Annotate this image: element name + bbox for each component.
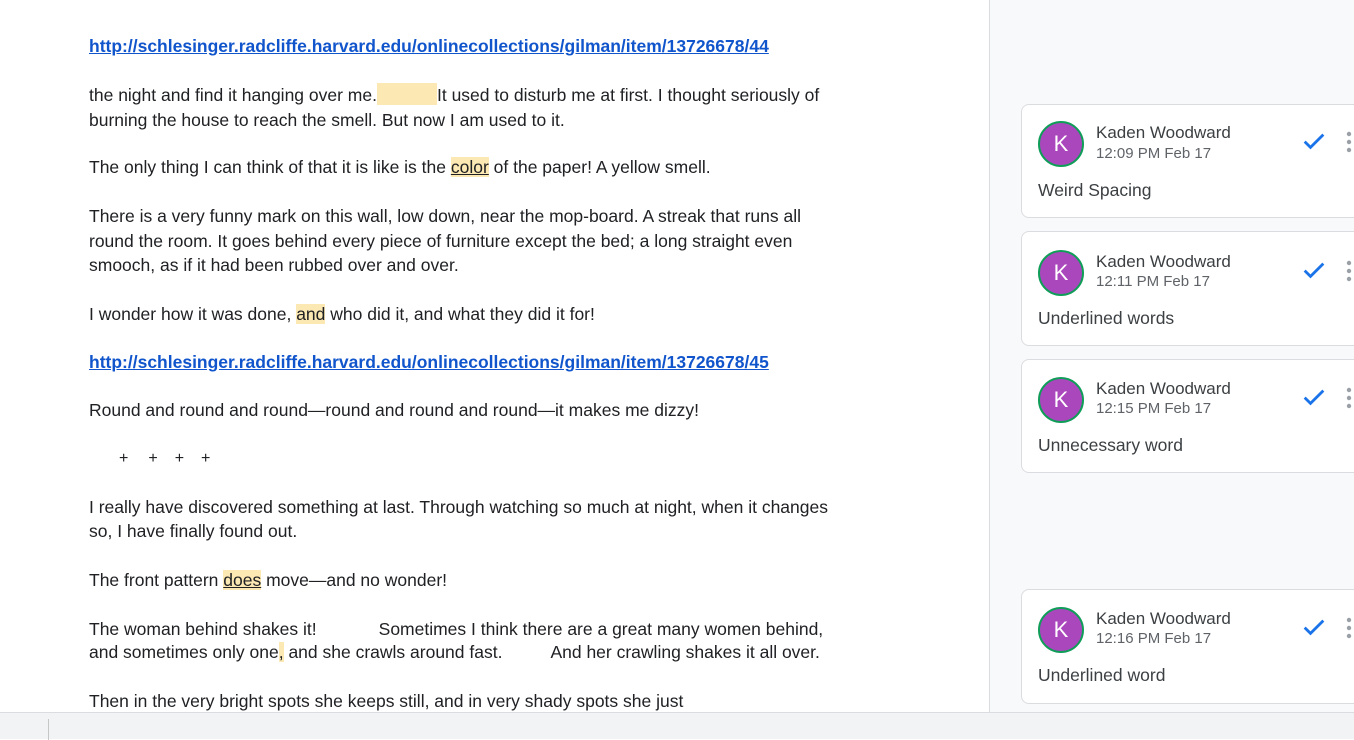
text-run: And her crawling shakes it all over.	[550, 642, 820, 662]
paragraph-line: smooch, as if it had been rubbed over an…	[89, 255, 459, 275]
text-run: The only thing I can think of that it is…	[89, 157, 451, 177]
comment-timestamp: 12:09 PM Feb 17	[1096, 145, 1212, 162]
bottom-bar	[0, 712, 1354, 740]
comment-timestamp: 12:15 PM Feb 17	[1096, 400, 1212, 417]
comment-card[interactable]: K Kaden Woodward 12:09 PM Feb 17 Weird S…	[1021, 104, 1354, 218]
text-run: of the paper! A yellow smell.	[488, 157, 711, 177]
more-vert-icon[interactable]	[1346, 617, 1352, 639]
section-separator: + + + +	[119, 447, 230, 471]
text-run: the night and find it hanging over me.	[89, 85, 377, 105]
comment-text: Weird Spacing	[1038, 180, 1152, 200]
comment-author: Kaden Woodward	[1096, 252, 1231, 271]
separator-mark: +	[174, 450, 185, 467]
hyperlink-text[interactable]: http://schlesinger.radcliffe.harvard.edu…	[89, 36, 769, 56]
separator-mark: +	[148, 450, 158, 467]
highlighted-space[interactable]	[376, 83, 437, 105]
text-run: Sometimes I think there are a great many…	[378, 619, 824, 639]
avatar: K	[1038, 121, 1084, 167]
paragraph-line: round the room. It goes behind every pie…	[89, 231, 793, 251]
paragraph-line: I really have discovered something at la…	[89, 497, 828, 517]
hyperlink-text[interactable]: http://schlesinger.radcliffe.harvard.edu…	[89, 352, 769, 372]
text-run: The woman behind shakes it!	[89, 619, 317, 639]
commented-word-and[interactable]: and	[296, 304, 326, 324]
comment-text: Underlined words	[1038, 308, 1175, 328]
paragraph-line: The only thing I can think of that it is…	[89, 155, 711, 179]
paragraph-line: I wonder how it was done, and who did it…	[89, 302, 595, 326]
comment-timestamp: 12:16 PM Feb 17	[1096, 630, 1212, 647]
more-vert-icon[interactable]	[1346, 131, 1352, 153]
text-run: who did it, and what they did it for!	[325, 304, 595, 324]
commented-word-color[interactable]: color	[450, 157, 489, 177]
avatar: K	[1038, 607, 1084, 653]
paragraph-line: Then in the very bright spots she keeps …	[89, 691, 684, 711]
comment-author: Kaden Woodward	[1096, 123, 1231, 142]
separator-mark: +	[119, 450, 129, 467]
paragraph-line: the night and find it hanging over me. It…	[89, 83, 819, 107]
comment-timestamp: 12:11 PM Feb 17	[1096, 273, 1210, 290]
document-page[interactable]: http://schlesinger.radcliffe.harvard.edu…	[0, 0, 989, 712]
more-vert-icon[interactable]	[1346, 387, 1352, 409]
comment-card[interactable]: K Kaden Woodward 12:16 PM Feb 17 Underli…	[1021, 589, 1354, 704]
paragraph-line: burning the house to reach the smell. Bu…	[89, 110, 565, 130]
paragraph-line: There is a very funny mark on this wall,…	[89, 206, 802, 226]
comment-text: Unnecessary word	[1038, 435, 1183, 455]
comment-author: Kaden Woodward	[1096, 379, 1231, 398]
bottom-bar-divider	[48, 719, 49, 740]
text-run: The front pattern	[89, 570, 224, 590]
avatar: K	[1038, 377, 1084, 423]
check-icon[interactable]	[1300, 383, 1328, 411]
text-run: and she crawls around fast.	[283, 642, 503, 662]
paragraph-line: and sometimes only one, and she crawls a…	[89, 640, 820, 664]
paragraph-line: so, I have finally found out.	[89, 521, 298, 541]
text-run: It used to disturb me at first. I though…	[436, 85, 820, 105]
comment-card[interactable]: K Kaden Woodward 12:11 PM Feb 17 Underli…	[1021, 231, 1354, 346]
check-icon[interactable]	[1300, 127, 1328, 155]
check-icon[interactable]	[1300, 613, 1328, 641]
comment-author: Kaden Woodward	[1096, 609, 1231, 628]
comment-card[interactable]: K Kaden Woodward 12:15 PM Feb 17 Unneces…	[1021, 359, 1354, 473]
separator-mark: +	[201, 450, 211, 467]
paragraph-line: Round and round and round—round and roun…	[89, 400, 699, 420]
text-run: I wonder how it was done,	[89, 304, 297, 324]
comment-text: Underlined word	[1038, 665, 1166, 685]
text-run: move—and no wonder!	[261, 570, 448, 590]
hyperlink-45[interactable]: http://schlesinger.radcliffe.harvard.edu…	[89, 350, 769, 374]
commented-word-does[interactable]: does	[223, 570, 262, 590]
more-vert-icon[interactable]	[1346, 260, 1352, 282]
paragraph-line: The front pattern does move—and no wonde…	[89, 568, 447, 592]
paragraph-line: The woman behind shakes it! Sometimes I t…	[89, 617, 823, 641]
hyperlink-44[interactable]: http://schlesinger.radcliffe.harvard.edu…	[89, 34, 769, 58]
check-icon[interactable]	[1300, 256, 1328, 284]
avatar: K	[1038, 250, 1084, 296]
text-run: and sometimes only one	[89, 642, 279, 662]
